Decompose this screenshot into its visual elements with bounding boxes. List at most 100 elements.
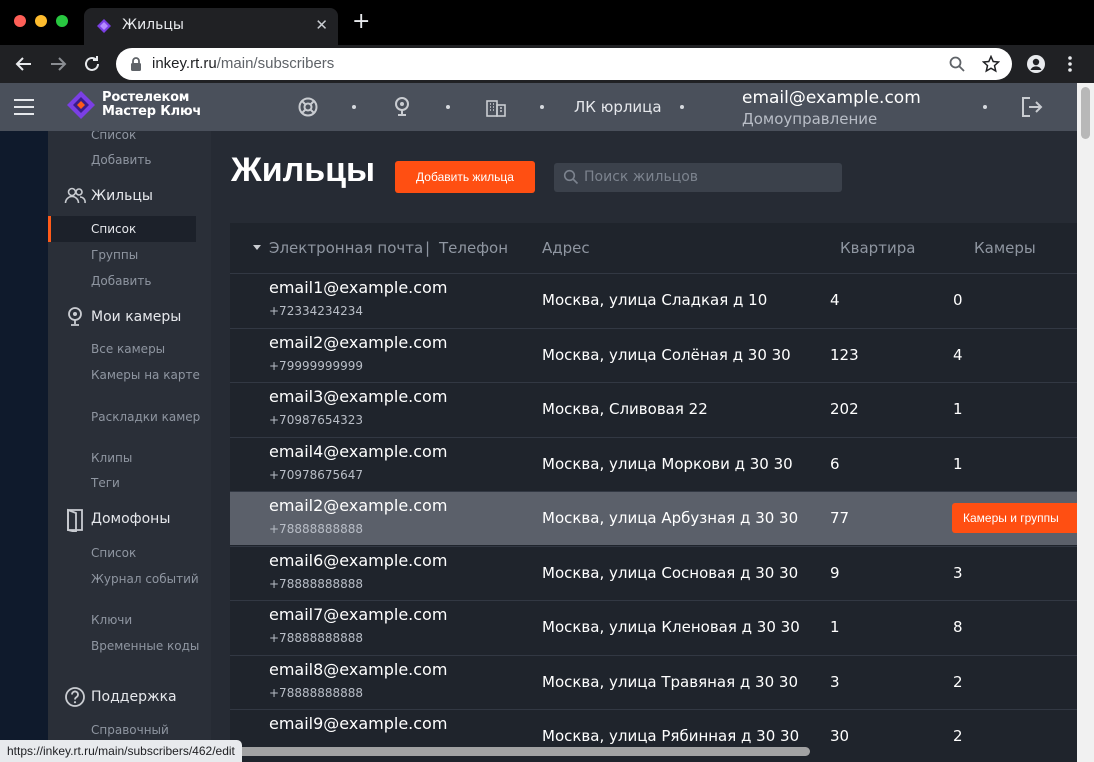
sidebar-section-intercoms[interactable]: Домофоны bbox=[64, 508, 204, 532]
status-url: https://inkey.rt.ru/main/subscribers/462… bbox=[0, 740, 242, 762]
column-header-phone[interactable]: Телефон bbox=[439, 239, 508, 257]
page-title: Жильцы bbox=[231, 151, 376, 189]
user-email[interactable]: email@example.com bbox=[742, 88, 921, 108]
search-box[interactable] bbox=[554, 163, 842, 192]
resident-camera-count: 1 bbox=[953, 400, 963, 418]
resident-apartment: 123 bbox=[830, 345, 859, 364]
resident-email[interactable]: email2@example.com bbox=[269, 496, 447, 515]
table-row[interactable]: email1@example.com +72334234234 Москва, ул… bbox=[230, 273, 1077, 327]
sidebar-section-cameras[interactable]: Мои камеры bbox=[64, 306, 204, 330]
vertical-scroll-thumb[interactable] bbox=[1081, 87, 1090, 139]
tab-close-icon[interactable]: ✕ bbox=[315, 16, 328, 34]
reload-icon[interactable] bbox=[80, 52, 104, 76]
browser-menu-icon[interactable] bbox=[1058, 52, 1082, 76]
resident-address: Москва, улица Сосновая д 30 30 bbox=[542, 563, 799, 582]
sidebar-item-tags[interactable]: Теги bbox=[91, 475, 206, 491]
sidebar-item-all-cameras[interactable]: Все камеры bbox=[91, 341, 206, 357]
column-header-cameras[interactable]: Камеры bbox=[974, 239, 1036, 257]
bookmark-star-icon[interactable] bbox=[982, 55, 1000, 73]
minimize-window-button[interactable] bbox=[35, 15, 47, 27]
sidebar-item-intercom-list[interactable]: Список bbox=[91, 545, 206, 561]
horizontal-scroll-thumb[interactable] bbox=[232, 747, 810, 756]
header-separator bbox=[540, 105, 544, 109]
sidebar-item-active[interactable]: Список bbox=[48, 216, 196, 242]
back-arrow-icon[interactable] bbox=[12, 52, 36, 76]
resident-phone: +78888888888 bbox=[269, 522, 364, 536]
forward-arrow-icon[interactable] bbox=[46, 52, 70, 76]
close-window-button[interactable] bbox=[14, 15, 26, 27]
sidebar-item-temp-codes[interactable]: Временные коды bbox=[91, 638, 206, 654]
resident-email[interactable]: email6@example.com bbox=[269, 551, 447, 570]
sidebar-item-reference[interactable]: Справочный bbox=[91, 722, 206, 738]
resident-email[interactable]: email3@example.com bbox=[269, 387, 447, 406]
maximize-window-button[interactable] bbox=[56, 15, 68, 27]
sidebar-item-camera-layouts[interactable]: Раскладки камер bbox=[91, 409, 206, 425]
browser-tab[interactable]: Жильцы ✕ bbox=[84, 8, 338, 45]
resident-email[interactable]: email4@example.com bbox=[269, 442, 447, 461]
sidebar-item-add[interactable]: Добавить bbox=[91, 152, 206, 168]
sidebar-item-add-resident[interactable]: Добавить bbox=[91, 273, 206, 289]
new-tab-button[interactable]: + bbox=[352, 11, 370, 33]
sidebar-section-residents[interactable]: Жильцы bbox=[64, 185, 204, 209]
address-bar[interactable]: inkey.rt.ru/main/subscribers bbox=[116, 48, 1012, 80]
users-icon bbox=[64, 187, 86, 204]
zoom-icon[interactable] bbox=[948, 55, 966, 73]
sidebar-item-residents-list[interactable]: Список bbox=[91, 221, 206, 237]
table-header: Электронная почта | Телефон Адрес Кварти… bbox=[230, 223, 1077, 273]
resident-apartment: 9 bbox=[830, 563, 840, 582]
resident-camera-count: 2 bbox=[953, 672, 963, 691]
resident-apartment: 202 bbox=[830, 400, 859, 418]
menu-hamburger-icon[interactable] bbox=[14, 99, 34, 115]
legal-account-link[interactable]: ЛК юрлица bbox=[574, 98, 662, 116]
table-row[interactable]: email2@example.com +78888888888 Москва, ул… bbox=[230, 491, 1077, 545]
app-header: Ростелеком Мастер Ключ ЛК юрлица email@e… bbox=[0, 83, 1077, 131]
search-icon bbox=[563, 169, 579, 185]
add-resident-button[interactable]: Добавить жильца bbox=[395, 161, 535, 193]
resident-email[interactable]: email1@example.com bbox=[269, 278, 447, 297]
table-row[interactable]: email8@example.com +78888888888 Москва, ул… bbox=[230, 654, 1077, 709]
sort-descending-icon[interactable] bbox=[253, 245, 261, 250]
resident-camera-count: 0 bbox=[953, 291, 963, 309]
table-row[interactable]: email2@example.com +79999999999 Москва, ул… bbox=[230, 327, 1077, 382]
search-input[interactable] bbox=[584, 167, 834, 187]
resident-email[interactable]: email9@example.com bbox=[269, 714, 447, 733]
logout-icon[interactable] bbox=[1020, 95, 1044, 119]
rostelecom-logo-icon[interactable] bbox=[66, 90, 96, 120]
resident-phone: +70978675647 bbox=[269, 467, 364, 482]
resident-email[interactable]: email8@example.com bbox=[269, 660, 447, 679]
resident-email[interactable]: email2@example.com bbox=[269, 333, 447, 352]
tab-title: Жильцы bbox=[122, 17, 184, 33]
profile-avatar-icon[interactable] bbox=[1024, 52, 1048, 76]
column-header-apartment[interactable]: Квартира bbox=[840, 239, 915, 257]
header-separator bbox=[983, 105, 987, 109]
table-row[interactable]: email4@example.com +70978675647 Москва, ул… bbox=[230, 436, 1077, 491]
table-row[interactable]: email7@example.com +78888888888 Москва, ул… bbox=[230, 600, 1077, 654]
sidebar-item-keys[interactable]: Ключи bbox=[91, 612, 206, 628]
sidebar-gutter bbox=[0, 131, 48, 762]
column-header-email[interactable]: Электронная почта bbox=[269, 239, 423, 257]
sidebar-item-clips[interactable]: Клипы bbox=[91, 450, 206, 466]
camera-icon[interactable] bbox=[391, 96, 413, 118]
sidebar-item-list[interactable]: Список bbox=[91, 131, 206, 143]
resident-email[interactable]: email7@example.com bbox=[269, 605, 447, 624]
column-header-address[interactable]: Адрес bbox=[542, 239, 590, 257]
resident-address: Москва, улица Солёная д 30 30 bbox=[542, 345, 791, 364]
sidebar-section-support[interactable]: Поддержка bbox=[64, 686, 204, 710]
table-row[interactable]: email6@example.com +78888888888 Москва, ул… bbox=[230, 545, 1077, 600]
header-separator bbox=[446, 105, 450, 109]
cameras-and-groups-button[interactable]: Камеры и группы bbox=[952, 503, 1077, 533]
browser-toolbar: inkey.rt.ru/main/subscribers bbox=[0, 45, 1094, 83]
user-role: Домоуправление bbox=[742, 110, 878, 128]
sidebar-item-groups[interactable]: Группы bbox=[91, 247, 206, 263]
sidebar-item-cameras-map[interactable]: Камеры на карте bbox=[91, 367, 206, 383]
vertical-scrollbar[interactable] bbox=[1077, 83, 1094, 762]
brand-name[interactable]: Ростелеком Мастер Ключ bbox=[102, 91, 201, 119]
sidebar: Список Добавить Жильцы Список Группы Доб… bbox=[48, 131, 211, 762]
table-row[interactable]: email3@example.com +70987654323 Москва, Сл… bbox=[230, 382, 1077, 436]
active-indicator bbox=[48, 216, 51, 242]
support-lifebuoy-icon[interactable] bbox=[297, 96, 319, 118]
sidebar-item-event-log[interactable]: Журнал событий bbox=[91, 571, 206, 587]
resident-apartment: 30 bbox=[830, 727, 850, 745]
resident-address: Москва, улица Рябинная д 30 30 bbox=[542, 727, 800, 745]
building-icon[interactable] bbox=[485, 96, 507, 118]
